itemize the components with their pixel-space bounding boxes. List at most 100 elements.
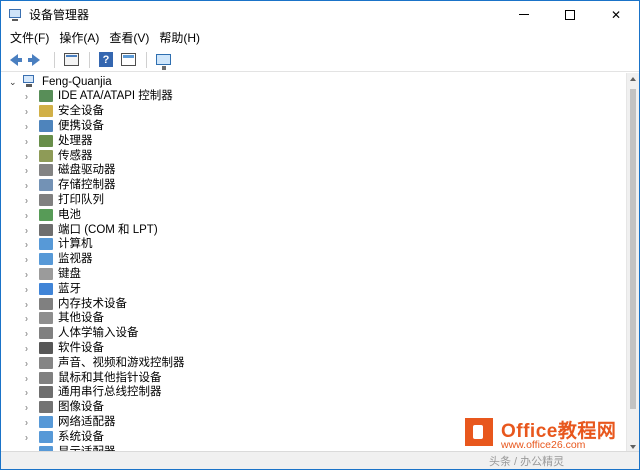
usb-icon <box>39 386 53 399</box>
root-label: Feng-Quanjia <box>42 75 112 88</box>
collapse-chevron-icon[interactable]: › <box>25 387 33 398</box>
tree-item[interactable]: › 监视器 <box>1 252 185 267</box>
tree-item[interactable]: › 软件设备 <box>1 341 185 356</box>
maximize-button[interactable] <box>547 1 593 28</box>
tree-item[interactable]: › IDE ATA/ATAPI 控制器 <box>1 89 185 104</box>
tree-item[interactable]: › 打印队列 <box>1 193 185 208</box>
close-icon: ✕ <box>610 7 622 22</box>
collapse-chevron-icon[interactable]: › <box>25 328 33 339</box>
expand-chevron-icon[interactable]: ⌄ <box>9 77 17 86</box>
collapse-chevron-icon[interactable]: › <box>25 120 33 131</box>
tree-item-label: 端口 (COM 和 LPT) <box>58 223 158 236</box>
collapse-chevron-icon[interactable]: › <box>25 135 33 146</box>
close-button[interactable]: ✕ <box>593 1 639 28</box>
menu-view[interactable]: 查看(V) <box>104 28 154 48</box>
tree-item[interactable]: › 便携设备 <box>1 119 185 134</box>
collapse-chevron-icon[interactable]: › <box>25 91 33 102</box>
tree-item[interactable]: › 其他设备 <box>1 311 185 326</box>
tree-item[interactable]: › 鼠标和其他指针设备 <box>1 370 185 385</box>
battery-icon <box>39 208 53 221</box>
minimize-button[interactable] <box>501 1 547 28</box>
scan-hardware-icon <box>155 54 171 70</box>
collapse-chevron-icon[interactable]: › <box>25 313 33 324</box>
storage-controller-icon <box>39 179 53 192</box>
port-icon <box>39 223 53 236</box>
back-icon <box>10 53 22 66</box>
collapse-chevron-icon[interactable]: › <box>25 342 33 353</box>
tree-item[interactable]: › 系统设备 <box>1 429 185 444</box>
tree-item[interactable]: › 安全设备 <box>1 104 185 119</box>
tree-item[interactable]: › 处理器 <box>1 133 185 148</box>
menu-bar: 文件(F) 操作(A) 查看(V) 帮助(H) <box>1 28 639 48</box>
tree-item[interactable]: › 网络适配器 <box>1 415 185 430</box>
office-logo-icon <box>461 414 497 450</box>
tree-item[interactable]: › 通用串行总线控制器 <box>1 385 185 400</box>
collapse-chevron-icon[interactable]: › <box>25 268 33 279</box>
collapse-chevron-icon[interactable]: › <box>25 402 33 413</box>
network-adapter-icon <box>39 415 53 428</box>
update-driver-button[interactable] <box>118 50 138 70</box>
tree-item-label: 其他设备 <box>58 312 104 325</box>
software-device-icon <box>39 341 53 354</box>
tree-item[interactable]: › 人体学输入设备 <box>1 326 185 341</box>
watermark-tag: 头条 / 办公精灵 <box>489 456 565 468</box>
vertical-scrollbar[interactable] <box>626 73 639 453</box>
scrollbar-thumb[interactable] <box>630 89 636 409</box>
tree-item[interactable]: › 声音、视频和游戏控制器 <box>1 355 185 370</box>
forward-icon <box>28 53 40 66</box>
collapse-chevron-icon[interactable]: › <box>25 239 33 250</box>
collapse-chevron-icon[interactable]: › <box>25 106 33 117</box>
tree-item[interactable]: › 图像设备 <box>1 400 185 415</box>
collapse-chevron-icon[interactable]: › <box>25 357 33 368</box>
tree-item-label: 网络适配器 <box>58 415 116 428</box>
menu-file[interactable]: 文件(F) <box>5 28 54 48</box>
forward-button[interactable] <box>26 50 46 70</box>
tree-item[interactable]: › 电池 <box>1 207 185 222</box>
window-title: 设备管理器 <box>29 8 90 22</box>
help-button[interactable]: ? <box>96 50 116 70</box>
scroll-up-icon[interactable] <box>630 77 636 81</box>
menu-help[interactable]: 帮助(H) <box>154 28 205 48</box>
tree-item[interactable]: › 内存技术设备 <box>1 296 185 311</box>
collapse-chevron-icon[interactable]: › <box>25 416 33 427</box>
device-category-list: › IDE ATA/ATAPI 控制器 › 安全设备 › 便携设备 › 处理器 › 传感器 › 磁盘驱… <box>1 89 185 453</box>
tree-item[interactable]: › 存储控制器 <box>1 178 185 193</box>
properties-button[interactable] <box>61 50 81 70</box>
collapse-chevron-icon[interactable]: › <box>25 180 33 191</box>
collapse-chevron-icon[interactable]: › <box>25 194 33 205</box>
tree-item-label: 声音、视频和游戏控制器 <box>58 356 185 369</box>
mouse-icon <box>39 371 53 384</box>
collapse-chevron-icon[interactable]: › <box>25 283 33 294</box>
collapse-chevron-icon[interactable]: › <box>25 431 33 442</box>
watermark: Office教程网 www.office26.com 头条 / 办公精灵 <box>461 411 631 468</box>
portable-device-icon <box>39 119 53 132</box>
monitor-icon <box>39 253 53 266</box>
collapse-chevron-icon[interactable]: › <box>25 209 33 220</box>
tree-item-label: 内存技术设备 <box>58 297 127 310</box>
tree-item[interactable]: › 磁盘驱动器 <box>1 163 185 178</box>
other-device-icon <box>39 312 53 325</box>
tree-item-label: 打印队列 <box>58 193 104 206</box>
collapse-chevron-icon[interactable]: › <box>25 224 33 235</box>
tree-item-label: 存储控制器 <box>58 179 116 192</box>
tree-item[interactable]: › 蓝牙 <box>1 281 185 296</box>
collapse-chevron-icon[interactable]: › <box>25 165 33 176</box>
scan-hardware-button[interactable] <box>153 50 173 70</box>
tree-item-label: 处理器 <box>58 134 93 147</box>
collapse-chevron-icon[interactable]: › <box>25 254 33 265</box>
tree-item[interactable]: › 键盘 <box>1 267 185 282</box>
toolbar-divider <box>89 51 90 68</box>
tree-item-label: 人体学输入设备 <box>58 327 139 340</box>
tree-item[interactable]: › 计算机 <box>1 237 185 252</box>
computer-root-icon <box>23 75 37 88</box>
tree-root[interactable]: ⌄ Feng-Quanjia <box>9 74 112 89</box>
imaging-device-icon <box>39 401 53 414</box>
collapse-chevron-icon[interactable]: › <box>25 150 33 161</box>
collapse-chevron-icon[interactable]: › <box>25 298 33 309</box>
tree-item[interactable]: › 端口 (COM 和 LPT) <box>1 222 185 237</box>
tree-item[interactable]: › 传感器 <box>1 148 185 163</box>
back-button[interactable] <box>4 50 24 70</box>
collapse-chevron-icon[interactable]: › <box>25 372 33 383</box>
sensor-icon <box>39 149 53 162</box>
menu-action[interactable]: 操作(A) <box>54 28 104 48</box>
